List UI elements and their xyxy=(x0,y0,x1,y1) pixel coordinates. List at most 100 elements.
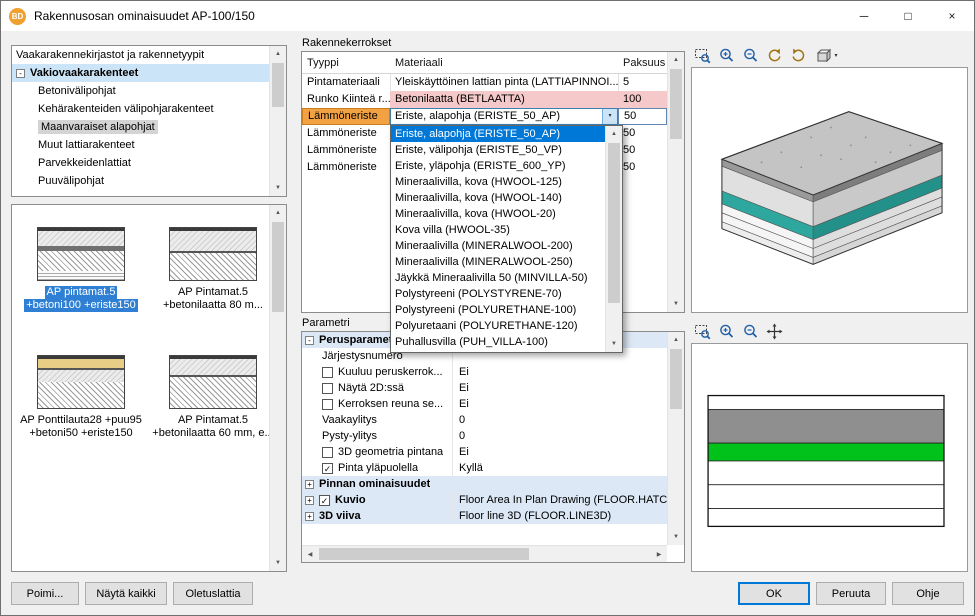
layer-row[interactable]: Runko Kiinteä r... Betonilaatta (BETLAAT… xyxy=(302,91,667,108)
param-value[interactable]: Ei xyxy=(452,396,667,412)
thumbnail-ap-pintamat-betoni100[interactable]: AP pintamat.5 +betoni100 +eriste150 xyxy=(20,227,142,312)
thumbnail-ap-ponttilauta[interactable]: AP Ponttilauta28 +puu95 +betoni50 +erist… xyxy=(20,355,142,440)
param-row-vaakaylitys[interactable]: Vaakaylitys 0 xyxy=(302,412,667,428)
tree-item-muut-lattiarakenteet[interactable]: Muut lattiarakenteet xyxy=(12,136,269,154)
param-value[interactable]: Ei xyxy=(452,444,667,460)
zoom-window-icon[interactable] xyxy=(691,44,713,66)
dropdown-option[interactable]: Jäykkä Mineraalivilla 50 (MINVILLA-50) xyxy=(391,270,605,286)
preview-2d-viewport[interactable] xyxy=(691,343,968,572)
thumbnail-ap-pintamat-betonilaatta60[interactable]: AP Pintamat.5 +betonilaatta 60 mm, e... xyxy=(152,355,274,440)
column-header-paksuus[interactable]: Paksuus xyxy=(618,52,667,74)
scrollbar-thumb[interactable] xyxy=(670,349,682,409)
rotate-ccw-icon[interactable] xyxy=(763,44,785,66)
param-group-3d-viiva[interactable]: + 3D viiva Floor line 3D (FLOOR.LINE3D) xyxy=(302,508,667,524)
title-bar[interactable]: BD Rakennusosan ominaisuudet AP-100/150 … xyxy=(1,1,974,31)
param-row-kerroksen-reuna[interactable]: Kerroksen reuna se... Ei xyxy=(302,396,667,412)
layer-type-cell[interactable]: Pintamateriaali xyxy=(302,74,390,91)
scroll-up-icon[interactable]: ▲ xyxy=(270,205,286,221)
dropdown-option[interactable]: Eriste, välipohja (ERISTE_50_VP) xyxy=(391,142,605,158)
parameters-vscrollbar[interactable]: ▲ ▼ xyxy=(667,332,684,545)
param-row-3d-geometria[interactable]: 3D geometria pintana Ei xyxy=(302,444,667,460)
param-value[interactable]: Ei xyxy=(452,364,667,380)
checkbox-checked-icon[interactable]: ✓ xyxy=(319,495,330,506)
scroll-down-icon[interactable]: ▼ xyxy=(668,529,684,545)
checkbox-checked-icon[interactable]: ✓ xyxy=(322,463,333,474)
checkbox-icon[interactable] xyxy=(322,367,333,378)
layers-scrollbar[interactable]: ▲ ▼ xyxy=(667,52,684,312)
zoom-out-icon[interactable] xyxy=(739,44,761,66)
dropdown-option[interactable]: Mineraalivilla, kova (HWOOL-20) xyxy=(391,206,605,222)
dropdown-option[interactable]: Mineraalivilla (MINERALWOOL-250) xyxy=(391,254,605,270)
scroll-left-icon[interactable]: ◀ xyxy=(302,546,318,562)
maximize-button[interactable]: □ xyxy=(886,1,930,31)
dropdown-option[interactable]: Polystyreeni (POLYURETHANE-100) xyxy=(391,302,605,318)
dropdown-option[interactable]: Polystyreeni (POLYSTYRENE-70) xyxy=(391,286,605,302)
dropdown-option[interactable]: Mineraalivilla, kova (HWOOL-125) xyxy=(391,174,605,190)
collapse-icon[interactable]: - xyxy=(16,69,25,78)
dropdown-option[interactable]: Mineraalivilla, kova (HWOOL-140) xyxy=(391,190,605,206)
scroll-down-icon[interactable]: ▼ xyxy=(270,180,286,196)
collapse-icon[interactable]: - xyxy=(305,336,314,345)
zoom-in-icon[interactable] xyxy=(715,44,737,66)
scroll-up-icon[interactable]: ▲ xyxy=(668,332,684,348)
dropdown-option[interactable]: Mineraalivilla (MINERALWOOL-200) xyxy=(391,238,605,254)
layer-type-cell[interactable]: Lämmöneriste xyxy=(302,142,390,159)
thumbnail-scrollbar[interactable]: ▲ ▼ xyxy=(269,205,286,571)
pan-icon[interactable] xyxy=(763,320,785,342)
zoom-in-icon[interactable] xyxy=(715,320,737,342)
param-row-nayta-2d[interactable]: Näytä 2D:ssä Ei xyxy=(302,380,667,396)
oletuslattia-button[interactable]: Oletuslattia xyxy=(173,582,253,605)
scroll-up-icon[interactable]: ▲ xyxy=(668,52,684,68)
poimi-button[interactable]: Poimi... xyxy=(11,582,79,605)
rotate-cw-icon[interactable] xyxy=(787,44,809,66)
column-header-tyyppi[interactable]: Tyyppi xyxy=(302,52,390,74)
scroll-up-icon[interactable]: ▲ xyxy=(270,46,286,62)
tree-item-keharakenteiden[interactable]: Kehärakenteiden välipohjarakenteet xyxy=(12,100,269,118)
layer-thickness-cell[interactable]: 5 xyxy=(618,74,667,91)
material-combobox[interactable]: Eriste, alapohja (ERISTE_50_AP) ▾ xyxy=(390,108,618,125)
layer-type-cell[interactable]: Runko Kiinteä r... xyxy=(302,91,390,108)
thumbnail-ap-pintamat-betonilaatta80[interactable]: AP Pintamat.5 +betonilaatta 80 m... xyxy=(152,227,274,312)
scrollbar-thumb[interactable] xyxy=(272,63,284,107)
layer-thickness-cell[interactable]: 100 xyxy=(618,91,667,108)
expand-icon[interactable]: + xyxy=(305,480,314,489)
peruuta-button[interactable]: Peruuta xyxy=(816,582,886,605)
dropdown-option[interactable]: Polyuretaani (POLYURETHANE-120) xyxy=(391,318,605,334)
close-button[interactable]: × xyxy=(930,1,974,31)
ohje-button[interactable]: Ohje xyxy=(892,582,964,605)
tree-item-maanvaraiset-alapohjat[interactable]: Maanvaraiset alapohjat xyxy=(12,118,269,136)
scroll-right-icon[interactable]: ▶ xyxy=(651,546,667,562)
layer-thickness-cell[interactable]: 50 xyxy=(618,159,667,176)
dropdown-option[interactable]: Eriste, yläpohja (ERISTE_600_YP) xyxy=(391,158,605,174)
expand-icon[interactable]: + xyxy=(305,512,314,521)
zoom-window-icon[interactable] xyxy=(691,320,713,342)
scrollbar-thumb[interactable] xyxy=(670,69,682,139)
param-value[interactable]: Ei xyxy=(452,380,667,396)
layer-material-cell[interactable]: Yleiskäyttöinen lattian pinta (LATTIAPIN… xyxy=(390,74,618,91)
param-value[interactable]: Floor line 3D (FLOOR.LINE3D) xyxy=(452,508,667,524)
tree-item-parvekkeidenlattiat[interactable]: Parvekkeidenlattiat xyxy=(12,154,269,172)
param-group-pinnan-ominaisuudet[interactable]: + Pinnan ominaisuudet xyxy=(302,476,667,492)
layer-row-active[interactable]: Lämmöneriste Eriste, alapohja (ERISTE_50… xyxy=(302,108,667,125)
dropdown-scrollbar[interactable]: ▲ ▼ xyxy=(605,126,622,352)
expand-icon[interactable]: + xyxy=(305,496,314,505)
scrollbar-thumb[interactable] xyxy=(608,143,620,303)
scroll-down-icon[interactable]: ▼ xyxy=(606,336,622,352)
parameters-hscrollbar[interactable]: ◀ ▶ xyxy=(302,545,667,562)
tree-item-betonivalipohjat[interactable]: Betonivälipohjat xyxy=(12,82,269,100)
scroll-down-icon[interactable]: ▼ xyxy=(270,555,286,571)
scroll-up-icon[interactable]: ▲ xyxy=(606,126,622,142)
param-row-pinta-ylapuolella[interactable]: ✓ Pinta yläpuolella Kyllä xyxy=(302,460,667,476)
tree-scrollbar[interactable]: ▲ ▼ xyxy=(269,46,286,196)
param-value[interactable]: Kyllä xyxy=(452,460,667,476)
layer-type-cell[interactable]: Lämmöneriste xyxy=(302,159,390,176)
checkbox-icon[interactable] xyxy=(322,447,333,458)
param-row-pysty-ylitys[interactable]: Pysty-ylitys 0 xyxy=(302,428,667,444)
nayta-kaikki-button[interactable]: Näytä kaikki xyxy=(85,582,167,605)
view-options-dropdown[interactable]: ▾ xyxy=(811,44,843,66)
param-group-kuvio[interactable]: + ✓ Kuvio Floor Area In Plan Drawing (FL… xyxy=(302,492,667,508)
dropdown-option[interactable]: Eriste, alapohja (ERISTE_50_AP) xyxy=(391,126,605,142)
layer-thickness-cell[interactable]: 50 xyxy=(618,142,667,159)
preview-3d-viewport[interactable] xyxy=(691,67,968,313)
scrollbar-thumb[interactable] xyxy=(319,548,529,560)
